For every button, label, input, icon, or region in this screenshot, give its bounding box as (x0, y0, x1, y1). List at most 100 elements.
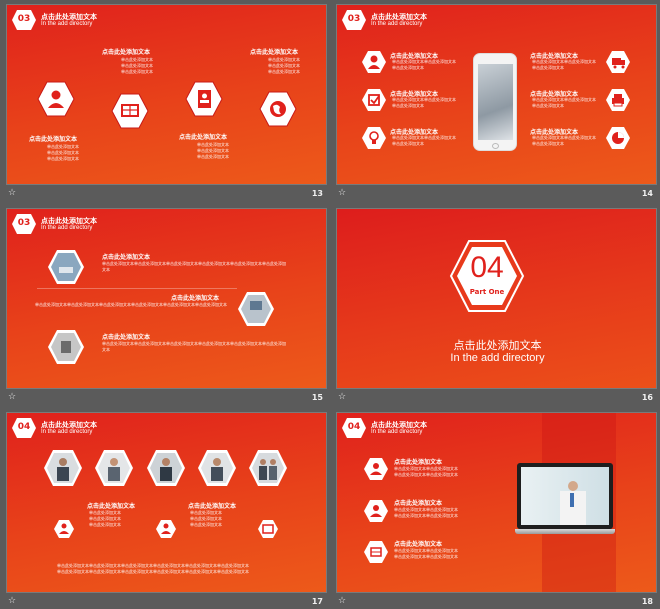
slide-number: 16 (641, 393, 653, 402)
team-icon (53, 519, 75, 539)
section-subtitle: In the add directory (450, 352, 545, 364)
slide-number: 13 (311, 189, 323, 198)
star-icon[interactable]: ☆ (338, 596, 346, 606)
slide-footer: ☆ 17 (6, 595, 327, 609)
item-body: 单击此处添加文本单击此处添加文本 单击此处添加文本单击此处添加文本 (394, 548, 458, 559)
item-body: 单击此处添加文本单击此处添加文本单击此处添加文本 (47, 144, 79, 161)
world-icon (259, 91, 297, 127)
item-body: 单击此处添加文本单击此处添加文本单击此处添加文本 (268, 57, 300, 74)
item-body: 单击此处添加文本单击此处添加文本 单击此处添加文本单击此处添加文本 (394, 466, 458, 477)
slide-thumbnail-14[interactable]: 03 点击此处添加文本 In the add directory 点击此处添加文… (336, 4, 657, 202)
slide-canvas: 03 点击此处添加文本 In the add directory 点击此处添加文… (6, 208, 327, 389)
user-icon (361, 50, 387, 74)
office-photo (237, 291, 275, 327)
contact-book-icon (185, 81, 223, 117)
slide-subtitle: In the add directory (41, 429, 93, 435)
item-title: 点击此处添加文本 (171, 295, 220, 302)
globe-network-icon (111, 93, 149, 129)
slide-number: 14 (641, 189, 653, 198)
slide-canvas: 04 Part One 点击此处添加文本 In the add director… (336, 208, 657, 389)
slide-canvas: 03 点击此处添加文本 In the add directory 点击此处添加文… (6, 4, 327, 185)
businessman-photo (94, 449, 134, 487)
slide-thumbnail-18[interactable]: 04 点击此处添加文本 In the add directory 点击此处添加文… (336, 412, 657, 609)
laptop-image (515, 463, 615, 535)
office-photo (47, 249, 85, 285)
section-hexagon: 04 Part One (449, 239, 525, 313)
businessman-photo (43, 449, 83, 487)
section-label: Part One (469, 288, 505, 296)
section-badge: 04 (11, 417, 37, 439)
item-body: 单击此处添加文本单击此处添加文本单击此处添加文本单击此处添加文本单击此处添加文本… (57, 563, 249, 574)
printer-icon (605, 88, 631, 112)
item-body: 单击此处添加文本单击此处添加文本单击此处添加文本 (532, 59, 596, 70)
businessman-photo (146, 449, 186, 487)
slide-subtitle: In the add directory (41, 21, 93, 27)
section-badge: 03 (341, 9, 367, 31)
hexagon-icon (37, 81, 75, 117)
item-body: 单击此处添加文本单击此处添加文本单击此处添加文本 (532, 135, 596, 146)
item-body: 单击此处添加文本单击此处添加文本单击此处添加文本 (392, 59, 456, 70)
star-icon[interactable]: ☆ (338, 392, 346, 402)
item-body: 单击此处添加文本单击此处添加文本单击此处添加文本 (89, 510, 121, 527)
slide-canvas: 04 点击此处添加文本 In the add directory 点击此处添加文… (6, 412, 327, 593)
slide-thumbnail-16[interactable]: 04 Part One 点击此处添加文本 In the add director… (336, 208, 657, 406)
slide-canvas: 03 点击此处添加文本 In the add directory 点击此处添加文… (336, 4, 657, 185)
item-title: 点击此处添加文本 (102, 334, 151, 341)
lightbulb-icon (361, 126, 387, 150)
item-body: 单击此处添加文本单击此处添加文本单击此处添加文本单击此处添加文本单击此处添加文本… (35, 302, 227, 307)
truck-icon (605, 50, 631, 74)
handshake-photo (248, 449, 288, 487)
star-icon[interactable]: ☆ (338, 188, 346, 198)
item-title: 点击此处添加文本 (102, 49, 151, 56)
team-icon (363, 457, 389, 481)
slide-thumbnail-17[interactable]: 04 点击此处添加文本 In the add directory 点击此处添加文… (6, 412, 327, 609)
section-badge: 04 (341, 417, 367, 439)
item-title: 点击此处添加文本 (29, 136, 78, 143)
section-badge: 03 (11, 9, 37, 31)
star-icon[interactable]: ☆ (8, 596, 16, 606)
item-body: 单击此处添加文本单击此处添加文本 单击此处添加文本单击此处添加文本 (394, 507, 458, 518)
star-icon[interactable]: ☆ (8, 392, 16, 402)
slide-thumbnail-13[interactable]: 03 点击此处添加文本 In the add directory 点击此处添加文… (6, 4, 327, 202)
slide-footer: ☆ 18 (336, 595, 657, 609)
item-body: 单击此处添加文本单击此处添加文本单击此处添加文本 (190, 510, 222, 527)
slide-footer: ☆ 14 (336, 187, 657, 201)
slide-number: 18 (641, 597, 653, 606)
slide-number: 17 (311, 597, 323, 606)
checkbox-icon (361, 88, 387, 112)
globe-network-icon (257, 519, 279, 539)
item-body: 单击此处添加文本单击此处添加文本单击此处添加文本 (121, 57, 153, 74)
item-body: 单击此处添加文本单击此处添加文本单击此处添加文本单击此处添加文本单击此处添加文本… (102, 341, 286, 352)
slide-subtitle: In the add directory (371, 429, 423, 435)
section-title: 点击此处添加文本 (453, 339, 542, 352)
phone-image (473, 53, 517, 151)
item-body: 单击此处添加文本单击此处添加文本单击此处添加文本 (392, 97, 456, 108)
item-title: 点击此处添加文本 (250, 49, 299, 56)
item-body: 单击此处添加文本单击此处添加文本单击此处添加文本 (197, 142, 229, 159)
divider (37, 288, 237, 289)
item-body: 单击此处添加文本单击此处添加文本单击此处添加文本 (392, 135, 456, 146)
item-title: 点击此处添加文本 (102, 254, 151, 261)
section-badge: 03 (11, 213, 37, 235)
office-photo (47, 329, 85, 365)
item-title: 点击此处添加文本 (394, 500, 443, 507)
slide-subtitle: In the add directory (371, 21, 423, 27)
item-title: 点击此处添加文本 (87, 503, 136, 510)
item-title: 点击此处添加文本 (394, 459, 443, 466)
item-body: 单击此处添加文本单击此处添加文本单击此处添加文本 (532, 97, 596, 108)
slide-footer: ☆ 15 (6, 391, 327, 405)
star-icon[interactable]: ☆ (8, 188, 16, 198)
slide-footer: ☆ 16 (336, 391, 657, 405)
slide-canvas: 04 点击此处添加文本 In the add directory 点击此处添加文… (336, 412, 657, 593)
user-icon (155, 519, 177, 539)
item-title: 点击此处添加文本 (394, 541, 443, 548)
globe-network-icon (363, 540, 389, 564)
businessman-photo (197, 449, 237, 487)
item-body: 单击此处添加文本单击此处添加文本单击此处添加文本单击此处添加文本单击此处添加文本… (102, 261, 286, 272)
slide-footer: ☆ 13 (6, 187, 327, 201)
item-title: 点击此处添加文本 (179, 134, 228, 141)
slide-thumbnail-15[interactable]: 03 点击此处添加文本 In the add directory 点击此处添加文… (6, 208, 327, 406)
slide-subtitle: In the add directory (41, 225, 93, 231)
section-number: 04 (470, 251, 504, 284)
slide-number: 15 (311, 393, 323, 402)
